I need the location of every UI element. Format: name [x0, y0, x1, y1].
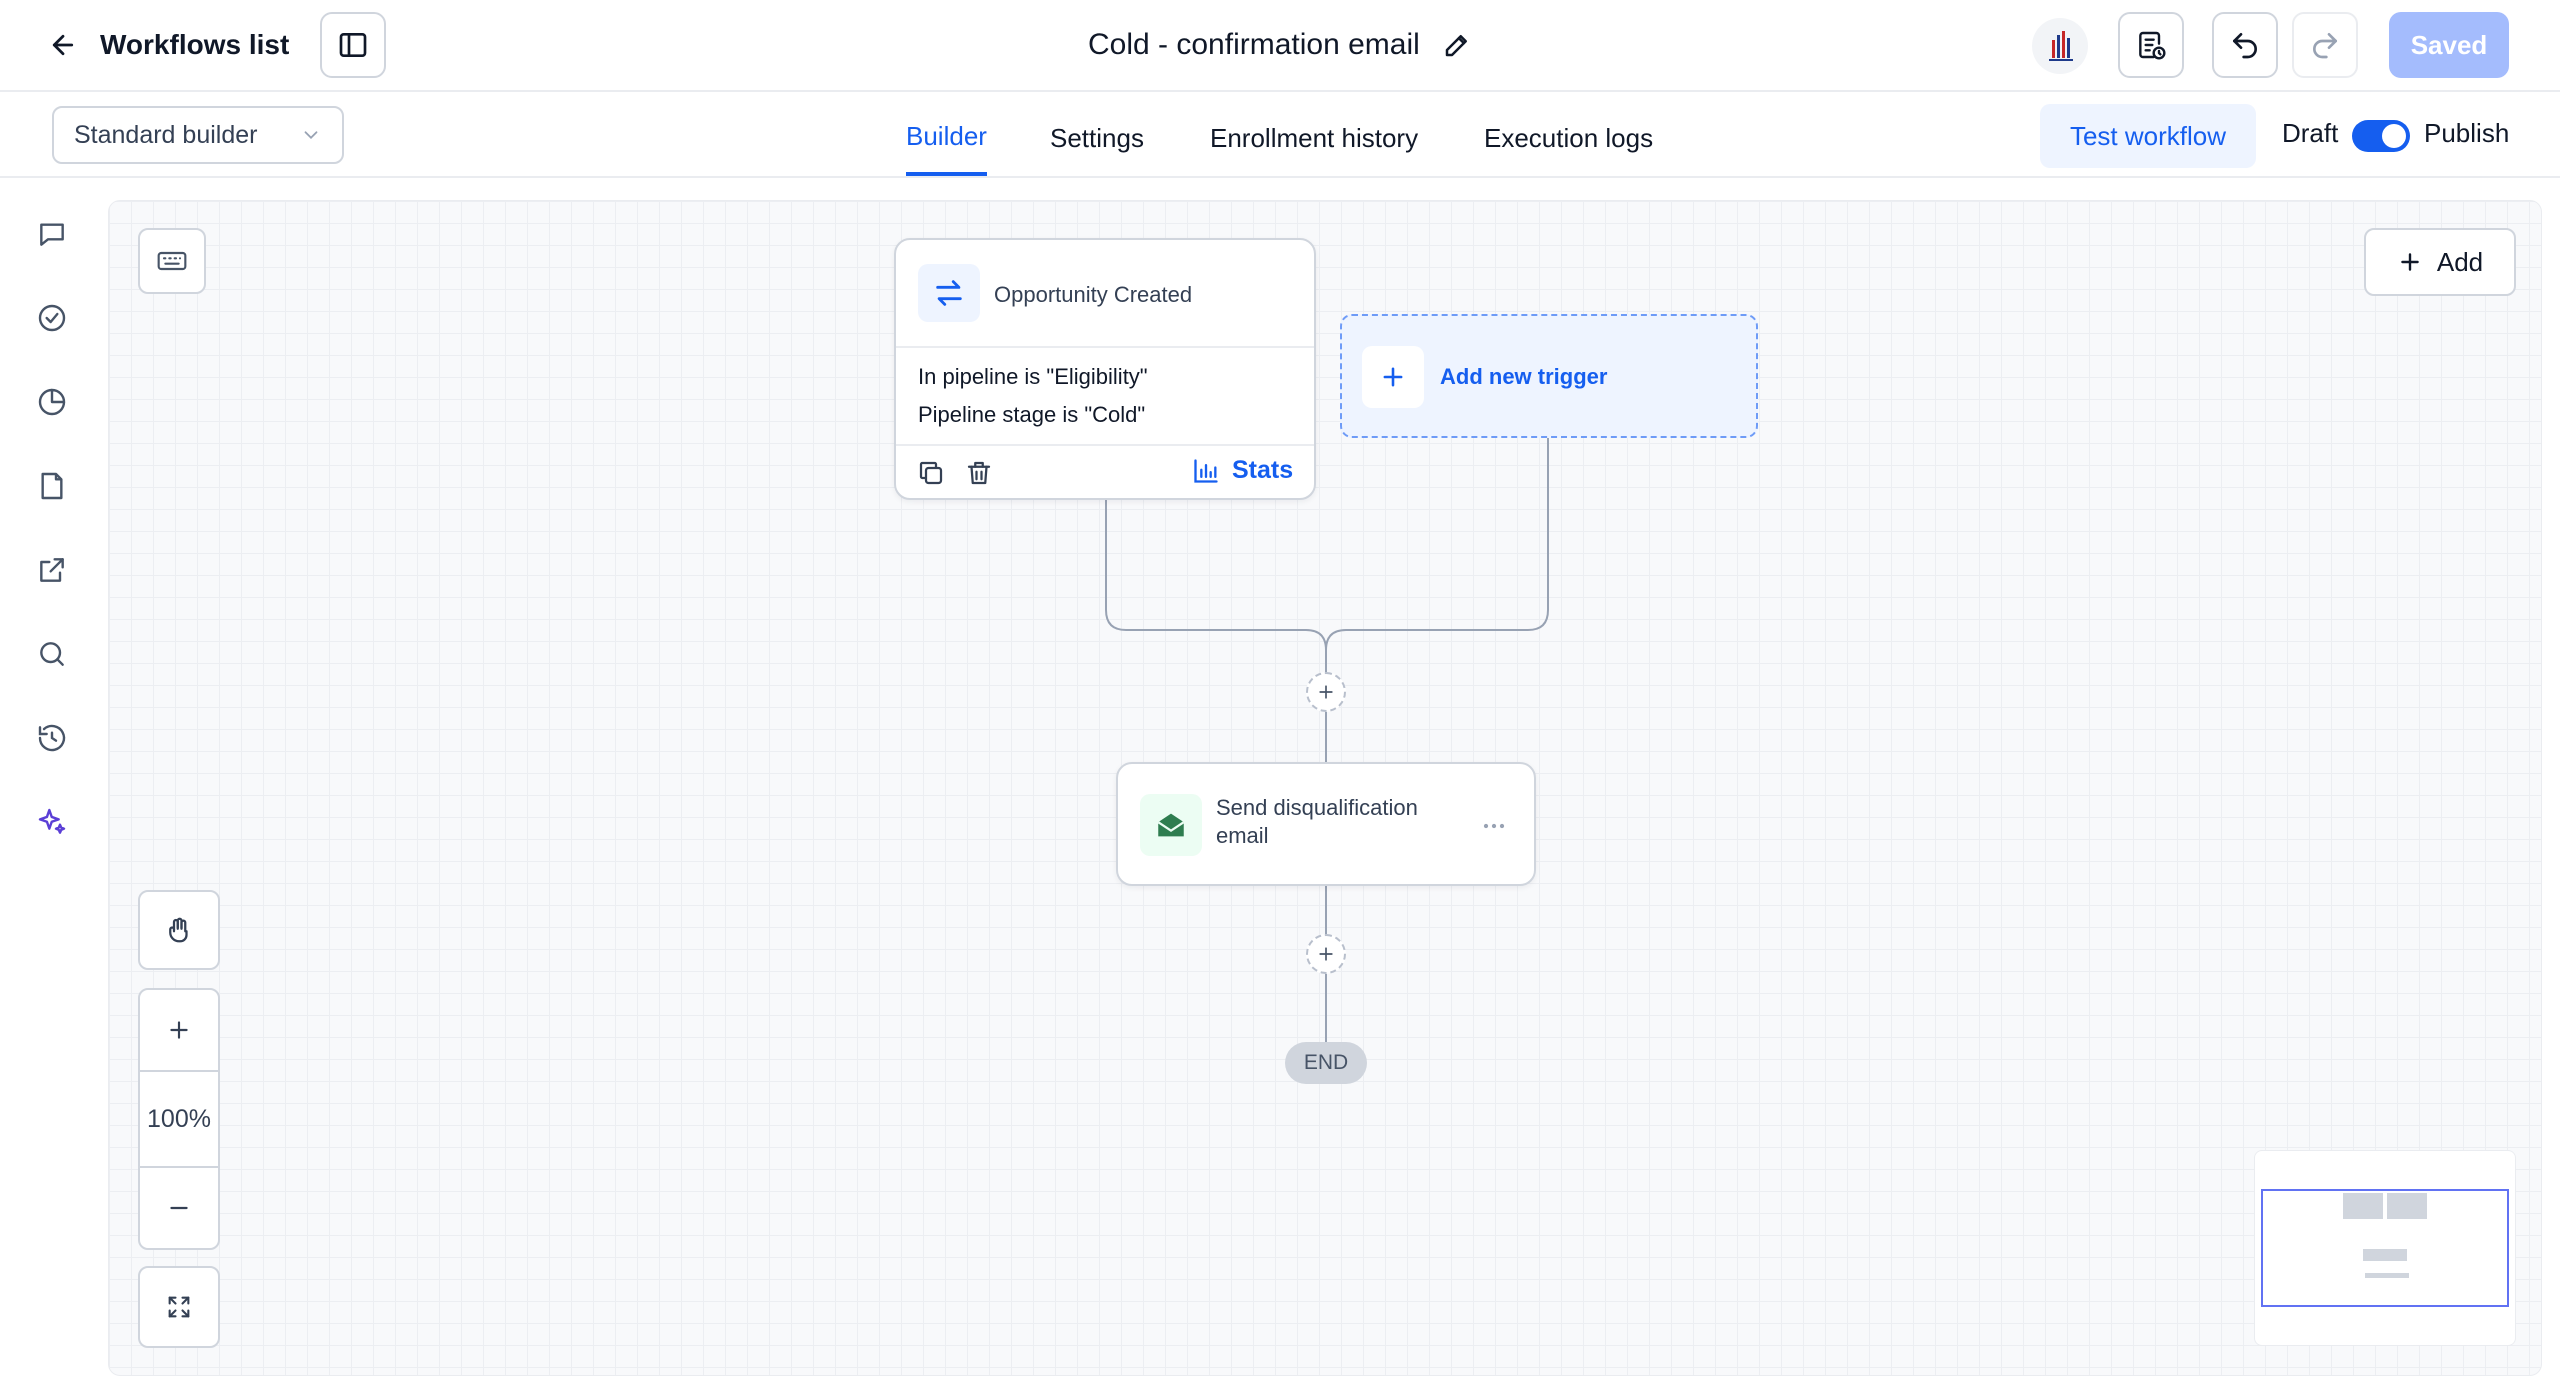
zoom-out-button[interactable]: [140, 1168, 218, 1248]
trigger-condition: Pipeline stage is "Cold": [918, 402, 1146, 427]
bar-chart-icon: [1194, 458, 1218, 483]
edit-pencil-icon[interactable]: [1442, 30, 1472, 60]
rail-external-button[interactable]: [30, 548, 74, 592]
pie-chart-icon: [38, 388, 66, 416]
external-link-icon: [40, 558, 64, 582]
plus-icon: [170, 1021, 188, 1039]
publish-toggle[interactable]: [2352, 120, 2410, 152]
search-icon: [40, 642, 64, 666]
rail-history-button[interactable]: [30, 716, 74, 760]
left-tool-rail: [0, 180, 104, 1398]
version-history-button[interactable]: [2118, 12, 2184, 78]
zoom-level: 100%: [140, 1072, 218, 1168]
zoom-control-group: 100%: [138, 988, 220, 1250]
tab-settings[interactable]: Settings: [1050, 100, 1144, 176]
insert-step-button[interactable]: [1306, 934, 1346, 974]
check-circle-icon: [38, 304, 66, 332]
tab-builder[interactable]: Builder: [906, 100, 987, 176]
plus-icon: [2401, 253, 2419, 271]
stats-button[interactable]: Stats: [1192, 456, 1293, 485]
hand-icon: [169, 917, 188, 943]
back-to-workflows-link[interactable]: Workflows list: [48, 20, 289, 70]
rail-chat-button[interactable]: [30, 212, 74, 256]
minimap-add-trigger-node: [2387, 1193, 2427, 1219]
toggle-sidebar-button[interactable]: [320, 12, 386, 78]
minus-icon: [170, 1206, 188, 1210]
plus-icon: [1319, 685, 1333, 699]
trigger-node[interactable]: Opportunity Created In pipeline is "Elig…: [894, 238, 1316, 500]
document-clock-icon: [2139, 31, 2166, 60]
plus-icon: [1383, 367, 1403, 387]
email-open-icon: [1157, 813, 1185, 837]
trigger-icon-box: [918, 264, 980, 322]
file-icon: [41, 472, 63, 500]
zoom-in-button[interactable]: [140, 990, 218, 1072]
workflow-title-area: Cold - confirmation email: [1088, 22, 1472, 68]
rail-reports-button[interactable]: [30, 380, 74, 424]
rail-tasks-button[interactable]: [30, 296, 74, 340]
sidebar-panel-icon: [339, 33, 367, 57]
stats-label: Stats: [1232, 456, 1294, 484]
undo-icon: [2233, 33, 2257, 59]
trigger-divider: [896, 346, 1314, 348]
test-workflow-button[interactable]: Test workflow: [2040, 104, 2256, 168]
arrow-left-icon: [52, 34, 74, 56]
redo-icon: [2313, 33, 2337, 59]
back-label: Workflows list: [100, 29, 290, 60]
builder-mode-value: Standard builder: [74, 120, 258, 149]
trigger-title: Opportunity Created: [994, 282, 1193, 307]
rail-search-button[interactable]: [30, 632, 74, 676]
action-icon-box: [1140, 794, 1202, 856]
add-trigger-plus-box: [1362, 346, 1424, 408]
minimap-end-node: [2365, 1273, 2409, 1278]
history-icon: [38, 724, 66, 752]
chevron-down-icon: [304, 131, 318, 140]
expand-icon: [168, 1296, 190, 1318]
redo-button[interactable]: [2292, 12, 2358, 78]
plus-icon: [1319, 947, 1333, 961]
trigger-divider: [896, 444, 1314, 446]
copy-icon[interactable]: [916, 458, 946, 488]
add-node-label: Add: [2436, 246, 2484, 277]
tab-enrollment-history[interactable]: Enrollment history: [1210, 100, 1418, 176]
action-node[interactable]: Send disqualification email: [1116, 762, 1536, 886]
bar-chart-logo-icon: [2049, 31, 2073, 61]
saved-button[interactable]: Saved: [2389, 12, 2509, 78]
rail-files-button[interactable]: [30, 464, 74, 508]
minimap-viewport[interactable]: [2261, 1189, 2509, 1307]
canvas-minimap[interactable]: [2254, 1150, 2516, 1346]
chat-icon: [40, 223, 64, 246]
add-node-button[interactable]: Add: [2364, 228, 2516, 296]
pan-tool-button[interactable]: [138, 890, 220, 970]
insert-step-button[interactable]: [1306, 672, 1346, 712]
draft-label: Draft: [2282, 118, 2339, 148]
action-title: Send disqualification email: [1216, 795, 1418, 848]
end-node: END: [1285, 1042, 1367, 1084]
keyboard-icon: [157, 251, 187, 271]
sparkles-icon: [38, 808, 66, 834]
builder-mode-select[interactable]: Standard builder: [52, 106, 344, 164]
minimap-trigger-node: [2343, 1193, 2383, 1219]
trigger-condition: In pipeline is "Eligibility": [918, 364, 1148, 389]
fit-view-button[interactable]: [138, 1266, 220, 1348]
switch-arrows-icon: [936, 280, 962, 306]
publish-label: Publish: [2424, 118, 2510, 148]
minimap-action-node: [2363, 1249, 2407, 1261]
more-horizontal-icon[interactable]: [1478, 810, 1510, 842]
workflow-title: Cold - confirmation email: [1088, 28, 1420, 61]
tab-execution-logs[interactable]: Execution logs: [1484, 100, 1653, 176]
undo-button[interactable]: [2212, 12, 2278, 78]
add-new-trigger-card[interactable]: Add new trigger: [1340, 314, 1758, 438]
company-logo-avatar[interactable]: [2032, 18, 2088, 74]
add-new-trigger-label: Add new trigger: [1440, 364, 1608, 389]
rail-ai-button[interactable]: [30, 800, 74, 844]
toggle-knob: [2382, 124, 2406, 148]
trash-icon[interactable]: [964, 458, 994, 488]
keyboard-shortcuts-button[interactable]: [138, 228, 206, 294]
